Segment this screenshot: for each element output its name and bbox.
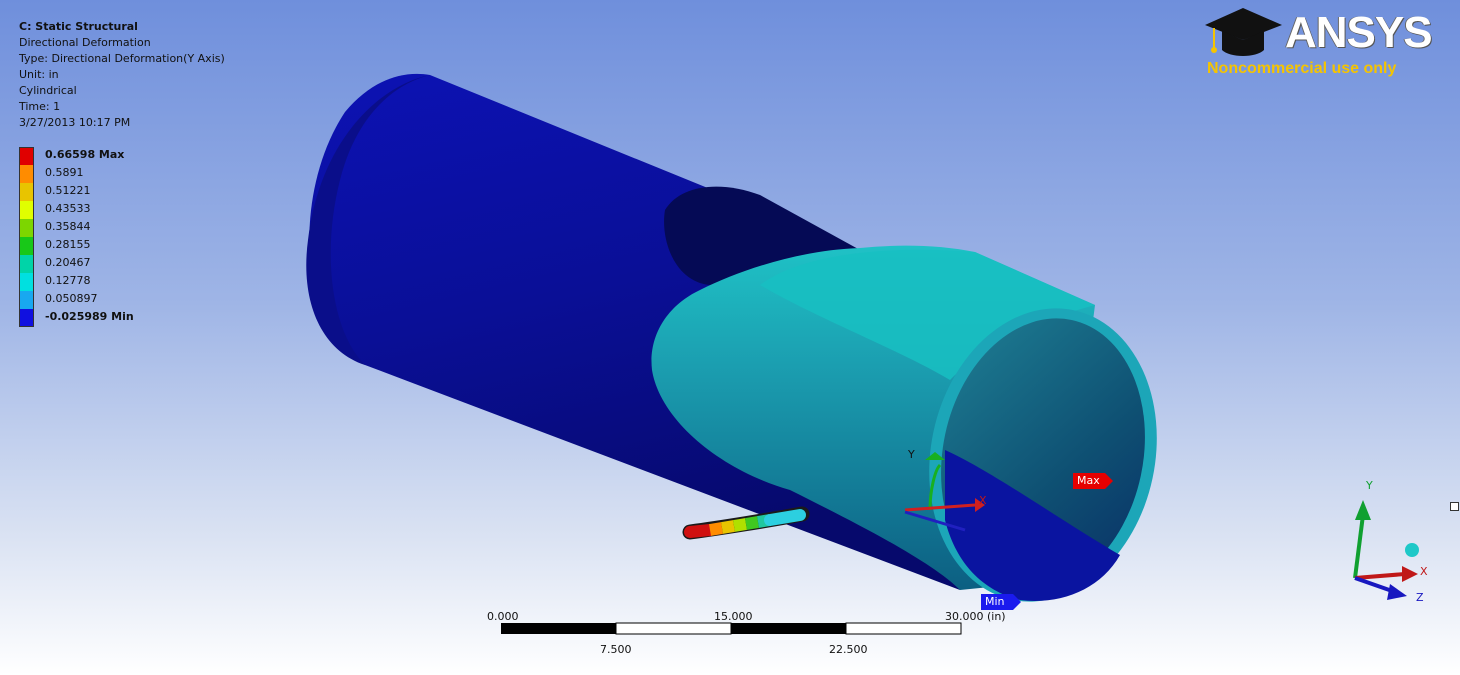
legend-value: 0.12778 — [45, 274, 91, 287]
graphics-viewport[interactable]: C: Static Structural Directional Deforma… — [0, 0, 1460, 675]
logo-subtitle: Noncommercial use only — [1207, 60, 1397, 77]
legend-value: 0.43533 — [45, 202, 91, 215]
scale-label-0: 0.000 — [487, 610, 519, 623]
legend-swatch — [19, 165, 34, 183]
legend-swatch — [19, 201, 34, 219]
triad-x-label: X — [1420, 565, 1428, 578]
local-x-label: X — [979, 494, 987, 507]
result-name: Directional Deformation — [19, 36, 151, 49]
legend-swatch — [19, 291, 34, 309]
scale-label-22-5: 22.500 — [829, 643, 868, 656]
local-y-label: Y — [908, 448, 915, 461]
result-date: 3/27/2013 10:17 PM — [19, 116, 131, 129]
scale-bar — [501, 622, 962, 635]
coordinate-system-name: Cylindrical — [19, 84, 77, 97]
legend-value: 0.35844 — [45, 220, 91, 233]
legend-swatch — [19, 237, 34, 255]
triad-y-label: Y — [1366, 479, 1373, 492]
scale-label-15: 15.000 — [714, 610, 753, 623]
max-probe-label[interactable]: Max — [1073, 473, 1113, 489]
legend-value: 0.51221 — [45, 184, 91, 197]
legend-swatch — [19, 273, 34, 291]
scale-label-7-5: 7.500 — [600, 643, 632, 656]
result-info: C: Static Structural Directional Deforma… — [19, 19, 225, 131]
legend-swatch — [19, 255, 34, 273]
legend-swatch — [19, 219, 34, 237]
scale-label-30: 30.000 (in) — [945, 610, 1006, 623]
probe-rod — [682, 506, 810, 540]
legend-swatch — [19, 147, 34, 165]
viewport-corner-handle[interactable] — [1450, 502, 1459, 511]
legend-value: 0.050897 — [45, 292, 98, 305]
result-time: Time: 1 — [19, 100, 61, 113]
triad-z-label: Z — [1416, 591, 1424, 604]
logo-brand: ANSYS — [1285, 8, 1433, 57]
ansys-logo: ANSYS Noncommercial use only — [1200, 5, 1445, 85]
legend-value: 0.20467 — [45, 256, 91, 269]
legend-swatch — [19, 183, 34, 201]
analysis-title: C: Static Structural — [19, 20, 138, 33]
global-triad[interactable] — [1353, 500, 1419, 600]
result-type: Type: Directional Deformation(Y Axis) — [19, 52, 225, 65]
result-unit: Unit: in — [19, 68, 59, 81]
legend-value: -0.025989 Min — [45, 310, 134, 323]
legend-value: 0.5891 — [45, 166, 84, 179]
legend-value: 0.66598 Max — [45, 148, 125, 161]
legend-value: 0.28155 — [45, 238, 91, 251]
legend-swatch — [19, 309, 34, 327]
min-probe-label[interactable]: Min — [981, 594, 1021, 610]
